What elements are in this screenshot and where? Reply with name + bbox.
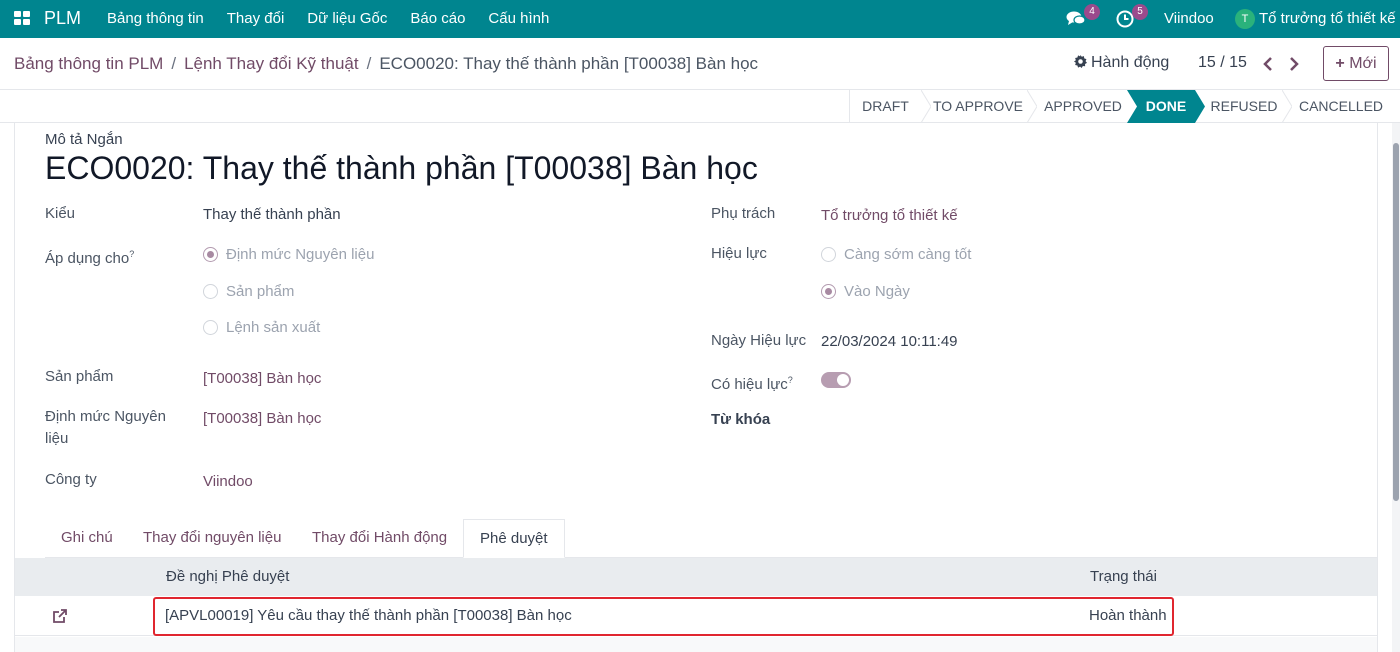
stage-done[interactable]: DONE — [1127, 90, 1205, 123]
radio-at-date-label[interactable]: Vào Ngày — [844, 283, 910, 300]
stage-draft[interactable]: DRAFT — [849, 90, 921, 123]
stage-statusbar: DRAFT TO APPROVE APPROVED DONE REFUSED C… — [0, 90, 1400, 123]
activities-count-badge: 5 — [1132, 4, 1148, 20]
chat-icon[interactable] — [1066, 10, 1086, 28]
stage-approved[interactable]: APPROVED — [1040, 90, 1126, 123]
bom-field[interactable]: [T00038] Bàn học — [203, 410, 321, 427]
tab-action-changes[interactable]: Thay đổi Hành động — [312, 519, 447, 558]
short-description-label: Mô tả Ngắn — [45, 131, 123, 148]
approvals-table-header: Đề nghị Phê duyệt Trạng thái — [15, 558, 1377, 596]
type-field[interactable]: Thay thế thành phần — [203, 206, 341, 223]
control-panel: Bảng thông tin PLM / Lệnh Thay đổi Kỹ thuậ… — [0, 38, 1400, 90]
help-tooltip-icon[interactable]: ? — [788, 375, 793, 385]
stage-cancelled[interactable]: CANCELLED — [1294, 90, 1388, 123]
new-record-button[interactable]: + Mới — [1323, 46, 1389, 81]
column-approval-request[interactable]: Đề nghị Phê duyệt — [166, 568, 289, 585]
help-tooltip-icon[interactable]: ? — [129, 249, 134, 259]
external-link-icon[interactable] — [52, 608, 68, 624]
menu-item-changes[interactable]: Thay đổi — [227, 10, 285, 27]
radio-apply-mo[interactable] — [203, 320, 218, 335]
tags-label: Từ khóa — [711, 411, 771, 428]
radio-asap-label[interactable]: Càng sớm càng tốt — [844, 246, 971, 263]
breadcrumb-current: ECO0020: Thay thế thành phần [T00038] Bà… — [379, 54, 759, 73]
stage-divider — [921, 90, 931, 123]
main-menu: Bảng thông tin Thay đổi Dữ liệu Gốc Báo … — [107, 10, 572, 27]
effective-date-field[interactable]: 22/03/2024 10:11:49 — [821, 333, 958, 350]
company-switcher[interactable]: Viindoo — [1164, 10, 1214, 27]
product-field[interactable]: [T00038] Bàn học — [203, 370, 321, 387]
gear-icon — [1074, 55, 1087, 68]
stage-divider — [1027, 90, 1037, 123]
radio-apply-product-label[interactable]: Sản phẩm — [226, 283, 294, 300]
messages-count-badge: 4 — [1084, 4, 1100, 20]
apply-on-label: Áp dụng cho? — [45, 243, 134, 270]
sheet-border-right — [1377, 123, 1378, 652]
scrollbar-thumb[interactable] — [1393, 143, 1399, 501]
plus-icon: + — [1335, 55, 1345, 72]
is-effective-label: Có hiệu lực? — [711, 369, 793, 396]
responsible-label: Phụ trách — [711, 205, 776, 222]
stage-refused[interactable]: REFUSED — [1207, 90, 1281, 123]
radio-apply-bom-label[interactable]: Định mức Nguyên liệu — [226, 246, 374, 263]
stage-divider — [1282, 90, 1292, 123]
radio-at-date[interactable] — [821, 284, 836, 299]
breadcrumb-separator: / — [366, 54, 372, 73]
top-navbar: PLM Bảng thông tin Thay đổi Dữ liệu Gốc … — [0, 0, 1400, 38]
chevron-right-icon[interactable] — [1288, 56, 1300, 72]
tab-notes[interactable]: Ghi chú — [61, 519, 113, 558]
radio-asap[interactable] — [821, 247, 836, 262]
actions-menu-button[interactable]: Hành động — [1074, 54, 1169, 72]
tab-approvals[interactable]: Phê duyệt — [463, 519, 565, 558]
breadcrumb-separator: / — [171, 54, 177, 73]
record-title[interactable]: ECO0020: Thay thế thành phần [T00038] Bà… — [45, 150, 758, 187]
is-effective-label-text: Có hiệu lực — [711, 376, 788, 393]
product-label: Sản phẩm — [45, 368, 114, 385]
responsible-field[interactable]: Tổ trưởng tổ thiết kế — [821, 207, 958, 224]
type-label: Kiểu — [45, 205, 76, 222]
breadcrumb-plm-dashboard[interactable]: Bảng thông tin PLM — [14, 54, 163, 73]
breadcrumb-eco-list[interactable]: Lệnh Thay đổi Kỹ thuật — [184, 54, 359, 73]
chevron-left-icon[interactable] — [1262, 56, 1274, 72]
tab-material-changes[interactable]: Thay đổi nguyên liệu — [143, 519, 281, 558]
app-grid-icon[interactable] — [14, 11, 32, 27]
column-status[interactable]: Trạng thái — [1090, 568, 1157, 585]
user-avatar[interactable]: T — [1235, 9, 1255, 29]
highlight-box — [153, 597, 1174, 636]
company-label: Công ty — [45, 471, 97, 488]
radio-apply-product[interactable] — [203, 284, 218, 299]
menu-item-configuration[interactable]: Cấu hình — [488, 10, 549, 27]
pager-value[interactable]: 15 / 15 — [1198, 54, 1247, 72]
actions-label: Hành động — [1091, 54, 1170, 71]
effectivity-label: Hiệu lực — [711, 245, 767, 262]
new-button-label: Mới — [1349, 55, 1377, 72]
radio-apply-mo-label[interactable]: Lệnh sản xuất — [226, 319, 320, 336]
menu-item-dashboard[interactable]: Bảng thông tin — [107, 10, 204, 27]
is-effective-toggle[interactable] — [821, 372, 851, 388]
app-brand[interactable]: PLM — [44, 8, 81, 29]
stage-to-approve[interactable]: TO APPROVE — [931, 90, 1025, 123]
bom-label: Định mức Nguyên liệu — [45, 408, 166, 447]
company-field[interactable]: Viindoo — [203, 473, 253, 490]
breadcrumb: Bảng thông tin PLM / Lệnh Thay đổi Kỹ thuậ… — [14, 54, 758, 74]
menu-item-reporting[interactable]: Báo cáo — [410, 10, 465, 27]
radio-apply-bom[interactable] — [203, 247, 218, 262]
apply-on-label-text: Áp dụng cho — [45, 250, 130, 267]
table-footer — [15, 637, 1377, 652]
effective-date-label: Ngày Hiệu lực — [711, 332, 807, 349]
user-menu[interactable]: Tổ trưởng tổ thiết kế — [1259, 10, 1396, 27]
menu-item-master-data[interactable]: Dữ liệu Gốc — [307, 10, 387, 27]
